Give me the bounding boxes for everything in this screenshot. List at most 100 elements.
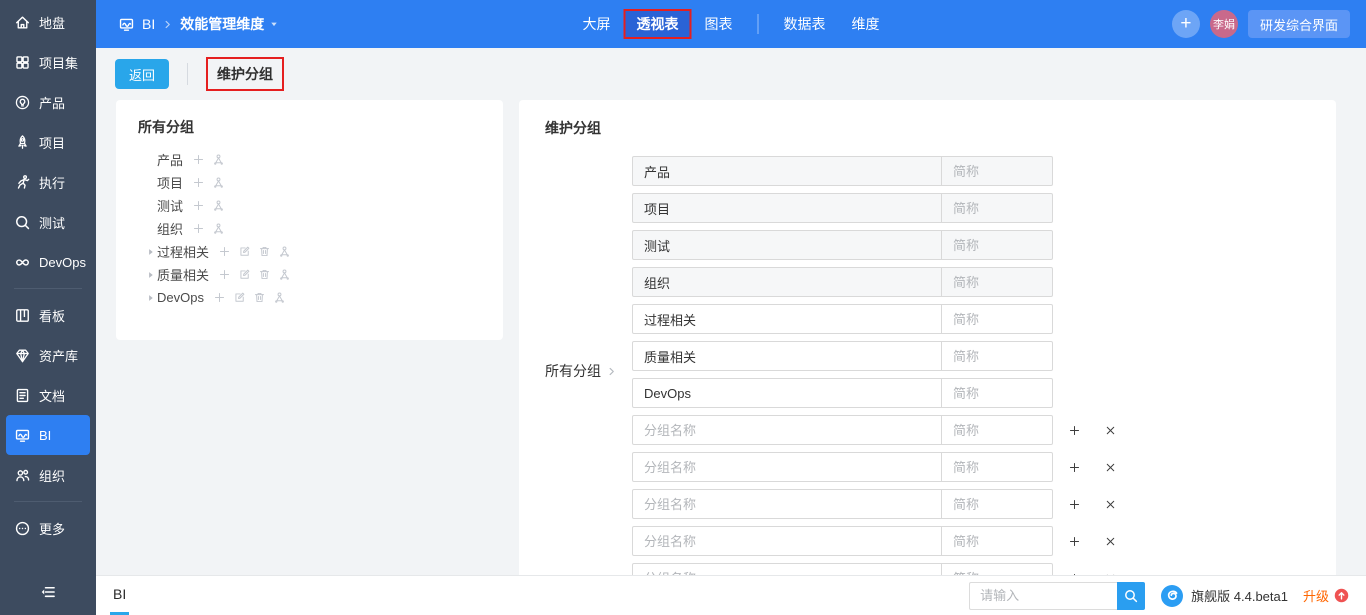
assign-user-icon[interactable]	[212, 222, 225, 235]
edit-icon[interactable]	[233, 291, 246, 304]
plus-icon[interactable]	[192, 153, 205, 166]
trash-icon[interactable]	[258, 268, 271, 281]
footer: BI 旗舰版 4.4.beta1 升级	[96, 575, 1366, 615]
group-abbr-input	[941, 267, 1053, 297]
group-name-input[interactable]	[632, 304, 942, 334]
tree-node-label[interactable]: 项目	[157, 173, 183, 192]
plus-icon[interactable]	[1068, 424, 1081, 437]
x-icon[interactable]	[1104, 535, 1117, 548]
edit-icon[interactable]	[238, 245, 251, 258]
plus-icon[interactable]	[1068, 461, 1081, 474]
caret-right-icon[interactable]	[144, 270, 157, 280]
group-name-input[interactable]	[632, 489, 942, 519]
footer-tab-bi[interactable]: BI	[110, 576, 129, 615]
nav-item-chart[interactable]: 图表	[692, 9, 746, 39]
group-name-input[interactable]	[632, 415, 942, 445]
sidebar-item-project[interactable]: 项目	[0, 122, 96, 162]
group-abbr-input[interactable]	[941, 304, 1053, 334]
caret-right-icon[interactable]	[144, 293, 157, 303]
sidebar-item-doc[interactable]: 文档	[0, 375, 96, 415]
tree-row: 组织	[138, 217, 491, 240]
collapse-menu-icon[interactable]	[39, 583, 57, 601]
x-icon[interactable]	[1104, 498, 1117, 511]
tree-node-actions	[213, 291, 286, 304]
group-name-input[interactable]	[632, 526, 942, 556]
tree-node-actions	[192, 199, 225, 212]
maintain-groups-panel: 维护分组 所有分组	[519, 100, 1336, 615]
tree-node-label[interactable]: 产品	[157, 150, 183, 169]
group-abbr-input[interactable]	[941, 341, 1053, 371]
edit-icon[interactable]	[238, 268, 251, 281]
nav-item-pivot[interactable]: 透视表	[624, 9, 692, 39]
sidebar-item-qa[interactable]: 测试	[0, 202, 96, 242]
group-name-input	[632, 267, 942, 297]
group-abbr-input[interactable]	[941, 378, 1053, 408]
avatar[interactable]: 李娟	[1210, 10, 1238, 38]
sidebar-item-more[interactable]: 更多	[0, 508, 96, 548]
plus-icon[interactable]	[218, 245, 231, 258]
sidebar-item-execution[interactable]: 执行	[0, 162, 96, 202]
x-icon[interactable]	[1104, 461, 1117, 474]
plus-icon[interactable]	[213, 291, 226, 304]
plus-icon[interactable]	[218, 268, 231, 281]
workspace-button[interactable]: 研发综合界面	[1248, 10, 1350, 38]
plus-icon[interactable]	[192, 176, 205, 189]
sidebar-item-assets[interactable]: 资产库	[0, 335, 96, 375]
row-actions	[1068, 498, 1117, 511]
tree-node-label[interactable]: DevOps	[157, 290, 204, 305]
search-button[interactable]	[1117, 582, 1145, 610]
breadcrumb-app[interactable]: BI	[142, 16, 155, 32]
edition-info: 旗舰版 4.4.beta1	[1160, 584, 1288, 608]
tree-node-label[interactable]: 质量相关	[157, 265, 209, 284]
group-row	[632, 193, 1117, 223]
plus-icon[interactable]	[192, 199, 205, 212]
caret-right-icon[interactable]	[144, 247, 157, 257]
group-name-input[interactable]	[632, 378, 942, 408]
sidebar-item-kanban[interactable]: 看板	[0, 295, 96, 335]
group-abbr-input[interactable]	[941, 526, 1053, 556]
trash-icon[interactable]	[253, 291, 266, 304]
tree-row: 过程相关	[138, 240, 491, 263]
assign-user-icon[interactable]	[278, 268, 291, 281]
breadcrumb-page-dropdown[interactable]: 效能管理维度	[180, 14, 279, 34]
group-row	[632, 526, 1117, 556]
assign-user-icon[interactable]	[212, 153, 225, 166]
tree-node-label[interactable]: 过程相关	[157, 242, 209, 261]
sidebar-item-devops[interactable]: DevOps	[0, 242, 96, 282]
group-abbr-input[interactable]	[941, 489, 1053, 519]
tree-node-label[interactable]: 组织	[157, 219, 183, 238]
tree-row: 产品	[138, 148, 491, 171]
search-input[interactable]	[969, 582, 1117, 610]
chevron-right-icon	[162, 19, 173, 30]
sidebar-item-home[interactable]: 地盘	[0, 2, 96, 42]
nav-item-bigscreen[interactable]: 大屏	[570, 9, 624, 39]
sidebar-item-bi[interactable]: BI	[6, 415, 90, 455]
group-abbr-input[interactable]	[941, 415, 1053, 445]
sidebar-item-program[interactable]: 项目集	[0, 42, 96, 82]
group-name-input[interactable]	[632, 341, 942, 371]
x-icon[interactable]	[1104, 424, 1117, 437]
group-abbr-input[interactable]	[941, 452, 1053, 482]
add-button[interactable]: +	[1172, 10, 1200, 38]
kanban-icon	[14, 307, 31, 324]
plus-icon[interactable]	[192, 222, 205, 235]
back-button[interactable]: 返回	[115, 59, 169, 89]
upgrade-link[interactable]: 升级	[1303, 586, 1349, 605]
infinity-icon	[14, 254, 31, 271]
sidebar-item-org[interactable]: 组织	[0, 455, 96, 495]
plus-icon[interactable]	[1068, 535, 1081, 548]
assign-user-icon[interactable]	[212, 199, 225, 212]
group-row	[632, 452, 1117, 482]
assign-user-icon[interactable]	[273, 291, 286, 304]
assign-user-icon[interactable]	[212, 176, 225, 189]
nav-item-dimension[interactable]: 维度	[839, 9, 893, 39]
plus-icon[interactable]	[1068, 498, 1081, 511]
tab-maintain-groups[interactable]: 维护分组	[206, 57, 284, 91]
tree-node-label[interactable]: 测试	[157, 196, 183, 215]
group-name-input[interactable]	[632, 452, 942, 482]
group-abbr-input	[941, 156, 1053, 186]
nav-item-dataset[interactable]: 数据表	[771, 9, 839, 39]
assign-user-icon[interactable]	[278, 245, 291, 258]
sidebar-item-product[interactable]: 产品	[0, 82, 96, 122]
trash-icon[interactable]	[258, 245, 271, 258]
